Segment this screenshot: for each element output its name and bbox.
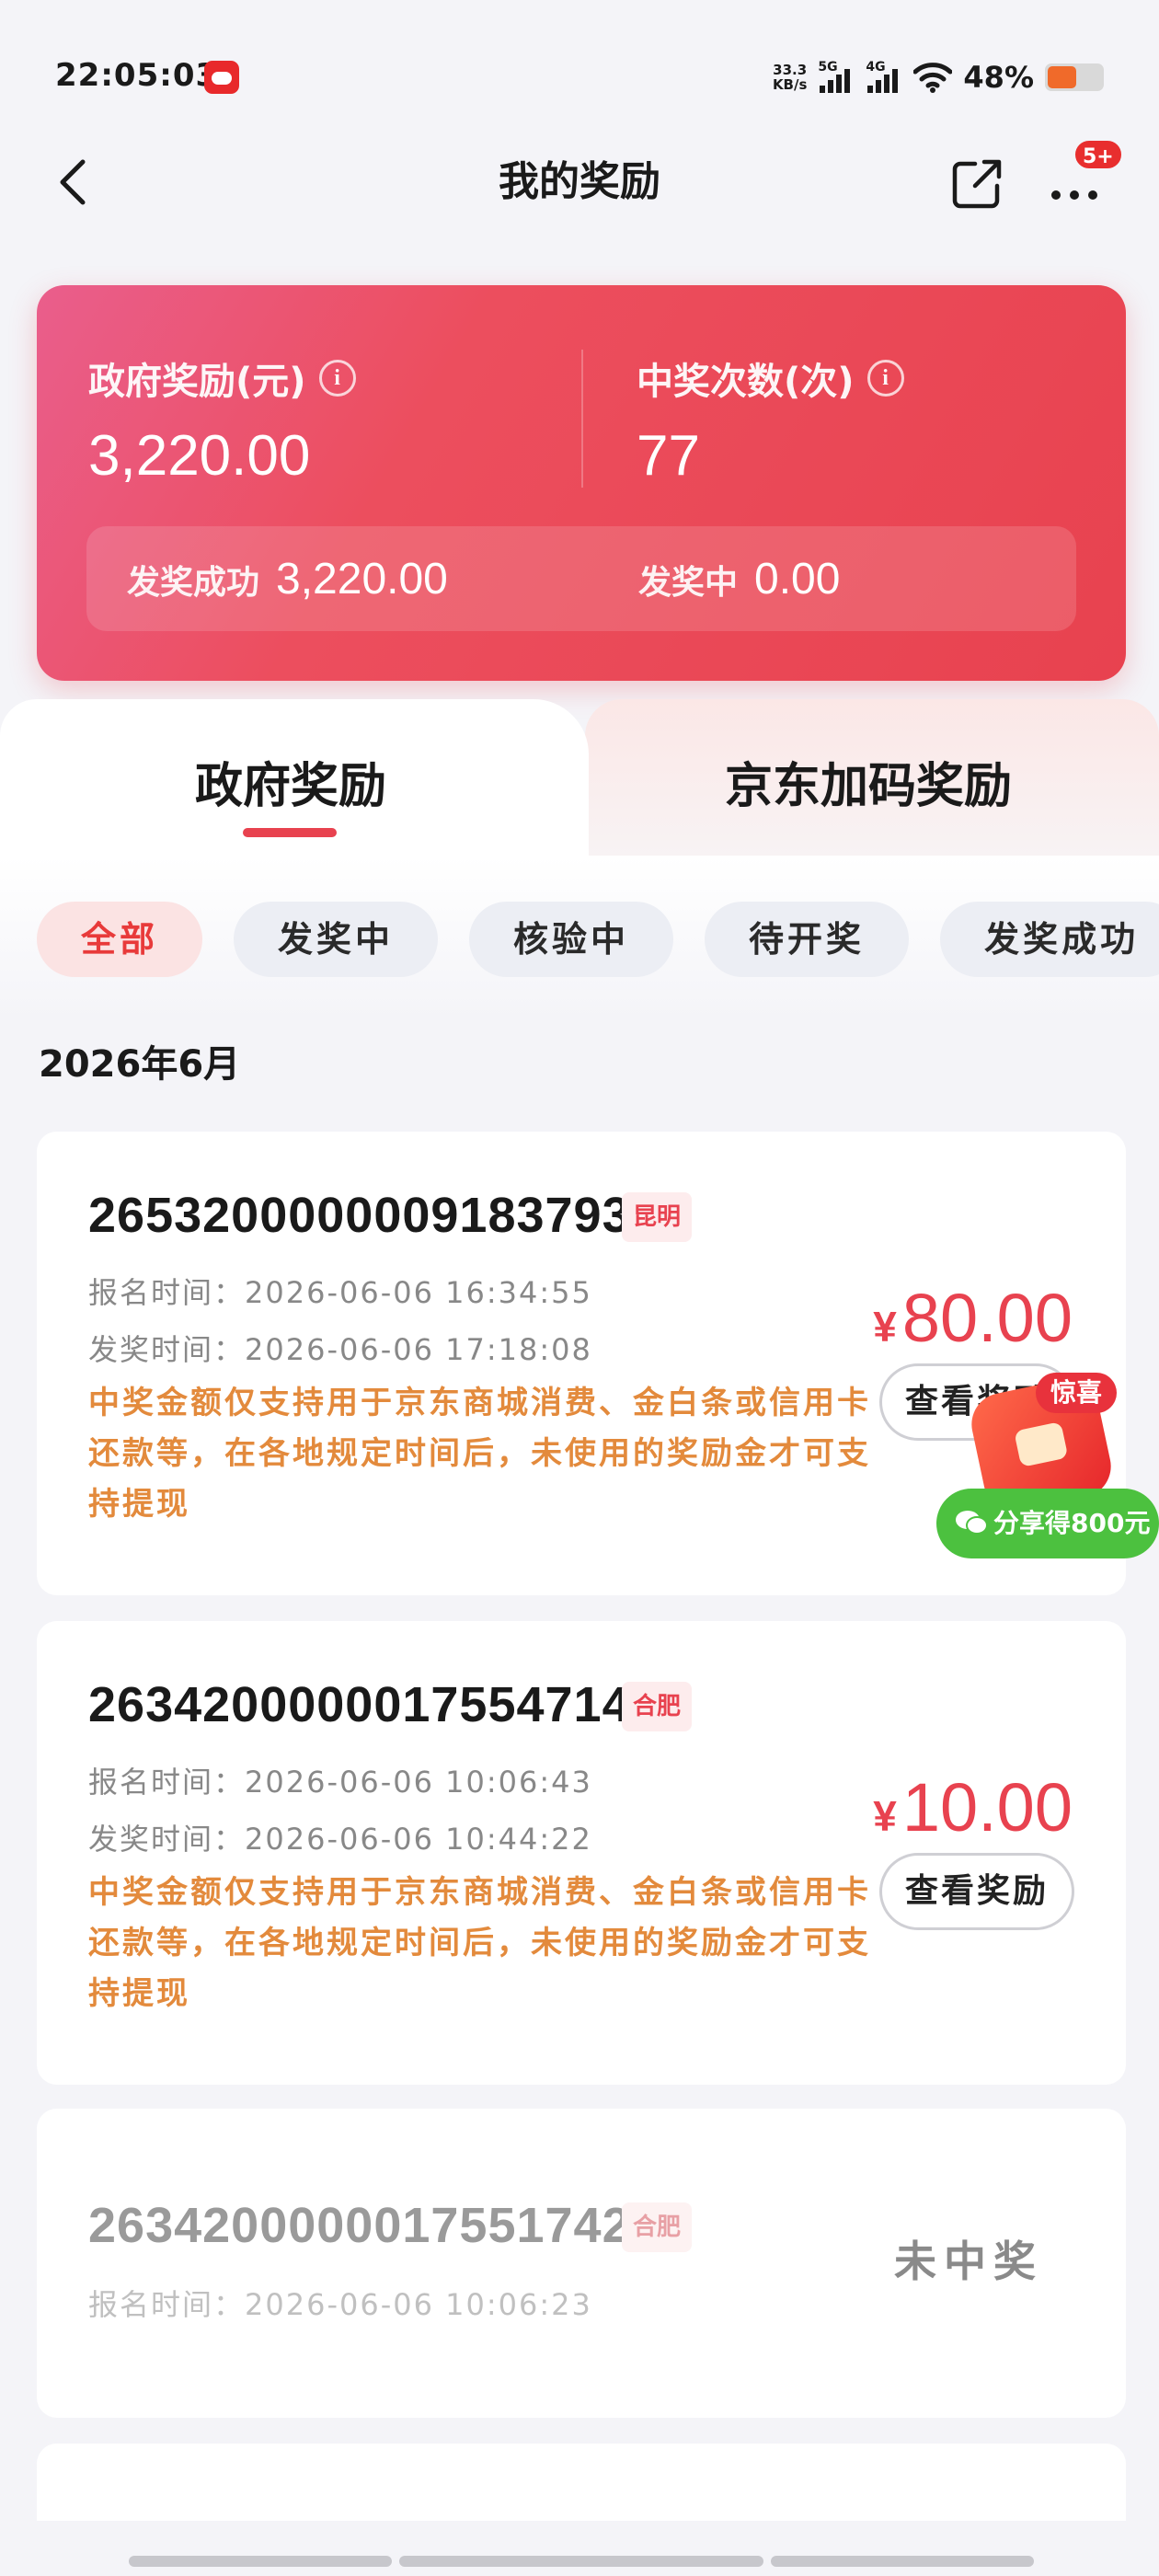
battery-percent: 48% xyxy=(963,60,1034,95)
signup-time: 报名时间：2026-06-06 10:06:23 xyxy=(88,2287,592,2322)
record-id: 265320000000918379306 xyxy=(88,1188,688,1243)
reward-label: 政府奖励(元) xyxy=(88,361,306,403)
pending-label: 发奖中 xyxy=(638,564,739,602)
info-icon[interactable]: i xyxy=(318,360,356,397)
reward-value: 3,220.00 xyxy=(88,424,311,488)
share-icon[interactable] xyxy=(947,155,1006,213)
record-id: 263420000001755471451 xyxy=(88,1677,688,1732)
signal-5g-icon: 5G xyxy=(818,60,855,95)
status-time: 22:05:03 xyxy=(55,57,219,94)
chip-issuing[interactable]: 发奖中 xyxy=(234,902,439,977)
tab-underline xyxy=(243,828,337,837)
award-time: 发奖时间：2026-06-06 10:44:22 xyxy=(88,1822,592,1857)
reward-record[interactable]: 263420000001755471451 合肥 报名时间：2026-06-06… xyxy=(37,1621,1126,2085)
home-indicator xyxy=(129,2556,1034,2567)
more-badge: 5+ xyxy=(1073,138,1124,171)
reward-amount: ¥10.00 xyxy=(873,1769,1073,1846)
wifi-icon xyxy=(913,63,953,93)
usage-note: 中奖金额仅支持用于京东商城消费、金白条或信用卡还款等，在各地规定时间后，未使用的… xyxy=(88,1385,871,1523)
success-value: 3,220.00 xyxy=(276,555,448,604)
chip-verifying[interactable]: 核验中 xyxy=(469,902,674,977)
month-header: 2026年6月 xyxy=(39,1043,241,1086)
pending-value: 0.00 xyxy=(754,555,841,604)
reward-record[interactable]: 263420000001755174256 合肥 报名时间：2026-06-06… xyxy=(37,2109,1126,2418)
divider xyxy=(581,350,583,488)
status-indicators: 33.3 KB/s 5G 4G 48% xyxy=(773,57,1104,98)
status-bar: 22:05:03 33.3 KB/s 5G 4G 48% xyxy=(0,0,1159,147)
count-value: 77 xyxy=(637,424,700,488)
chip-pending-draw[interactable]: 待开奖 xyxy=(705,902,910,977)
share-reward-widget[interactable]: 惊喜 分享得800元 xyxy=(936,1367,1159,1560)
count-label: 中奖次数(次) xyxy=(637,361,855,403)
share-reward-button[interactable]: 分享得800元 xyxy=(936,1489,1159,1558)
battery-icon xyxy=(1045,63,1104,91)
info-icon[interactable]: i xyxy=(866,360,904,397)
app-notification-icon xyxy=(204,61,239,94)
chip-success[interactable]: 发奖成功 xyxy=(940,902,1159,977)
chip-all[interactable]: 全部 xyxy=(37,902,203,977)
summary-breakdown: 发奖成功 3,220.00 发奖中 0.00 xyxy=(86,526,1076,631)
city-tag: 合肥 xyxy=(622,1682,693,1731)
tab-jd-bonus-label[interactable]: 京东加码奖励 xyxy=(725,747,1012,816)
success-label: 发奖成功 xyxy=(127,564,260,602)
reward-total: 政府奖励(元) i 3,220.00 xyxy=(88,351,356,489)
not-won-status: 未中奖 xyxy=(894,2237,1043,2286)
bottom-area xyxy=(0,2521,1159,2576)
signup-time: 报名时间：2026-06-06 16:34:55 xyxy=(88,1275,592,1310)
win-count: 中奖次数(次) i 77 xyxy=(637,351,904,489)
reward-summary-card: 政府奖励(元) i 3,220.00 中奖次数(次) i 77 发奖成功 3,220… xyxy=(37,285,1126,681)
signup-time: 报名时间：2026-06-06 10:06:43 xyxy=(88,1765,592,1800)
signal-4g-icon: 4G xyxy=(866,60,902,95)
filter-chips: 全部 发奖中 核验中 待开奖 发奖成功 xyxy=(37,902,1159,977)
city-tag: 昆明 xyxy=(622,1192,693,1242)
surprise-badge: 惊喜 xyxy=(1036,1373,1118,1413)
nav-bar: 我的奖励 xyxy=(0,138,1159,230)
reward-tabs: 政府奖励 京东加码奖励 xyxy=(0,699,1159,856)
tab-government-label[interactable]: 政府奖励 xyxy=(195,747,386,816)
award-time: 发奖时间：2026-06-06 17:18:08 xyxy=(88,1332,592,1367)
wechat-icon xyxy=(956,1511,988,1535)
usage-note: 中奖金额仅支持用于京东商城消费、金白条或信用卡还款等，在各地规定时间后，未使用的… xyxy=(88,1874,871,2012)
reward-amount: ¥80.00 xyxy=(873,1280,1073,1356)
record-id: 263420000001755174256 xyxy=(88,2198,688,2253)
network-speed: 33.3 KB/s xyxy=(772,62,808,93)
view-reward-button[interactable]: 查看奖励 xyxy=(879,1853,1074,1930)
city-tag: 合肥 xyxy=(622,2202,693,2252)
